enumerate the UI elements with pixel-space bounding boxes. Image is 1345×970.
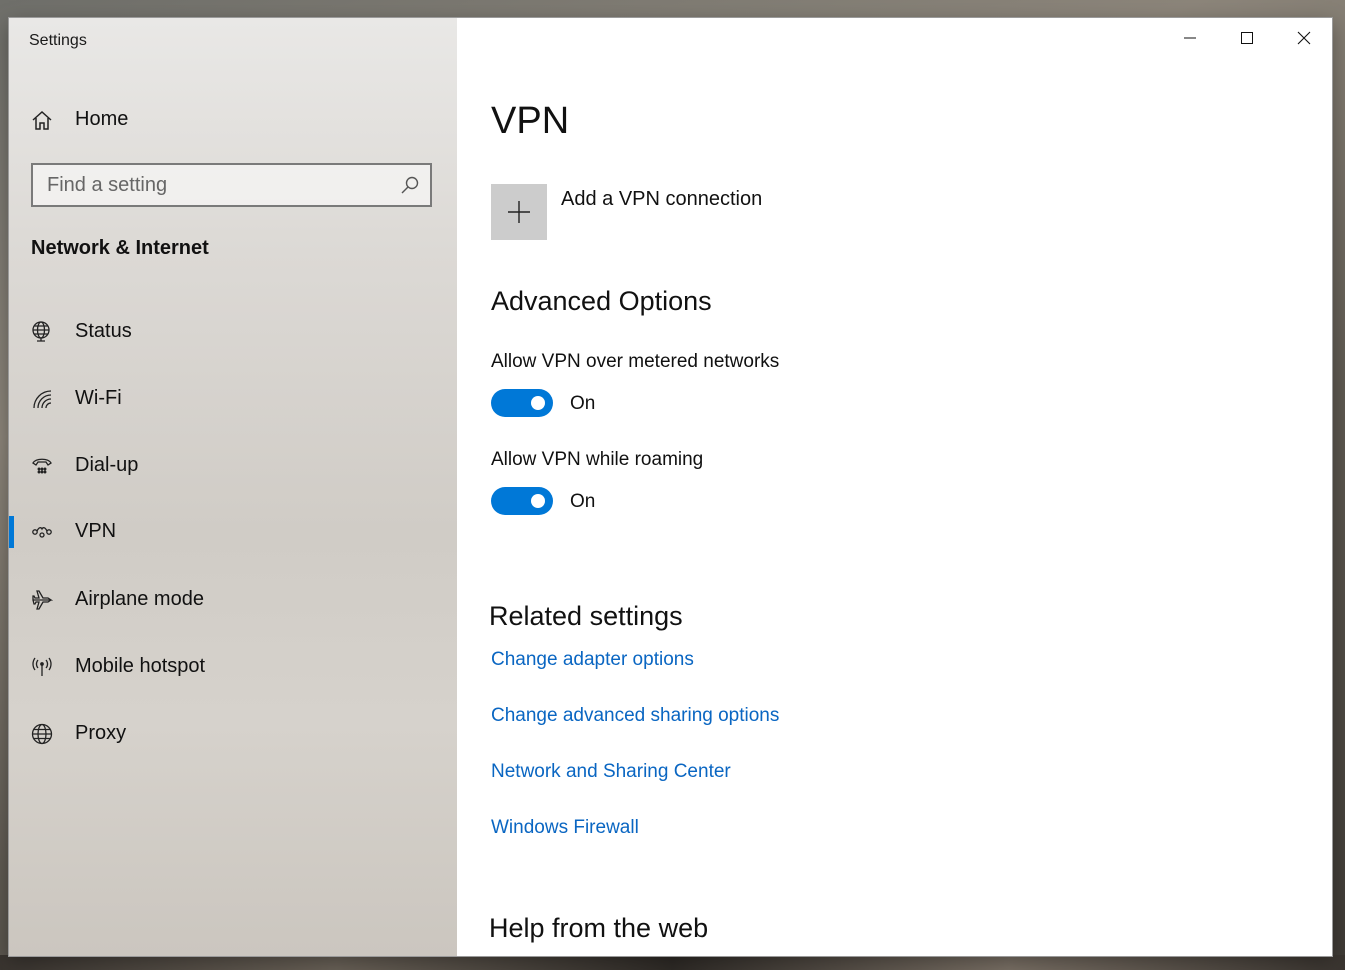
content-pane: VPN Add a VPN connection Advanced Option…	[457, 18, 1332, 956]
page-title: VPN	[491, 100, 570, 142]
sidebar-item-dialup[interactable]: Dial-up	[9, 442, 457, 490]
dialup-icon	[31, 455, 53, 477]
sidebar-item-vpn[interactable]: VPN	[9, 508, 457, 556]
settings-window: Settings Home Network & Internet	[9, 18, 1332, 956]
wifi-icon	[31, 388, 53, 410]
sidebar-item-status[interactable]: Status	[9, 308, 457, 356]
sidebar-item-label: Airplane mode	[75, 588, 204, 610]
globe-icon	[31, 723, 53, 745]
roaming-label: Allow VPN while roaming	[491, 449, 704, 470]
roaming-toggle[interactable]	[491, 487, 553, 515]
change-adapter-options-link[interactable]: Change adapter options	[491, 649, 694, 671]
search-input[interactable]	[33, 165, 407, 205]
toggle-knob	[531, 494, 545, 508]
sidebar-item-airplane-mode[interactable]: Airplane mode	[9, 576, 457, 624]
desktop-background	[0, 955, 1345, 970]
maximize-icon	[1241, 32, 1253, 44]
search-box	[31, 163, 432, 207]
sidebar-item-label: Proxy	[75, 722, 127, 744]
metered-networks-label: Allow VPN over metered networks	[491, 351, 780, 372]
minimize-button[interactable]	[1161, 18, 1218, 58]
add-vpn-label: Add a VPN connection	[561, 188, 763, 210]
sidebar-home[interactable]: Home	[9, 102, 457, 138]
add-tile	[491, 184, 547, 240]
hotspot-icon	[31, 656, 53, 678]
sidebar-item-mobile-hotspot[interactable]: Mobile hotspot	[9, 643, 457, 691]
metered-networks-toggle[interactable]	[491, 389, 553, 417]
change-advanced-sharing-options-link[interactable]: Change advanced sharing options	[491, 705, 779, 727]
windows-firewall-link[interactable]: Windows Firewall	[491, 817, 639, 839]
vpn-icon	[31, 521, 53, 543]
sidebar: Settings Home Network & Internet	[9, 18, 457, 956]
metered-networks-state: On	[570, 393, 596, 414]
window-title: Settings	[29, 32, 87, 49]
sidebar-item-label: VPN	[75, 520, 117, 542]
toggle-knob	[531, 396, 545, 410]
close-button[interactable]	[1275, 18, 1332, 58]
sidebar-item-label: Mobile hotspot	[75, 655, 206, 677]
airplane-icon	[31, 589, 54, 611]
home-label: Home	[75, 108, 129, 130]
search-icon[interactable]	[400, 175, 420, 195]
related-settings-heading: Related settings	[489, 601, 683, 631]
advanced-options-heading: Advanced Options	[491, 286, 712, 316]
close-icon	[1297, 31, 1311, 45]
section-title: Network & Internet	[31, 237, 209, 259]
add-vpn-connection-button[interactable]: Add a VPN connection	[491, 184, 811, 240]
minimize-icon	[1184, 37, 1196, 39]
plus-icon	[508, 201, 530, 223]
active-indicator	[9, 516, 14, 548]
globe-status-icon	[31, 321, 53, 343]
sidebar-item-label: Status	[75, 320, 132, 342]
roaming-state: On	[570, 491, 596, 512]
help-from-web-heading: Help from the web	[489, 913, 709, 943]
network-and-sharing-center-link[interactable]: Network and Sharing Center	[491, 761, 731, 783]
sidebar-item-label: Dial-up	[75, 454, 139, 476]
sidebar-item-proxy[interactable]: Proxy	[9, 710, 457, 758]
home-icon	[31, 110, 53, 132]
sidebar-item-label: Wi-Fi	[75, 387, 122, 409]
maximize-button[interactable]	[1218, 18, 1275, 58]
sidebar-item-wifi[interactable]: Wi-Fi	[9, 375, 457, 423]
